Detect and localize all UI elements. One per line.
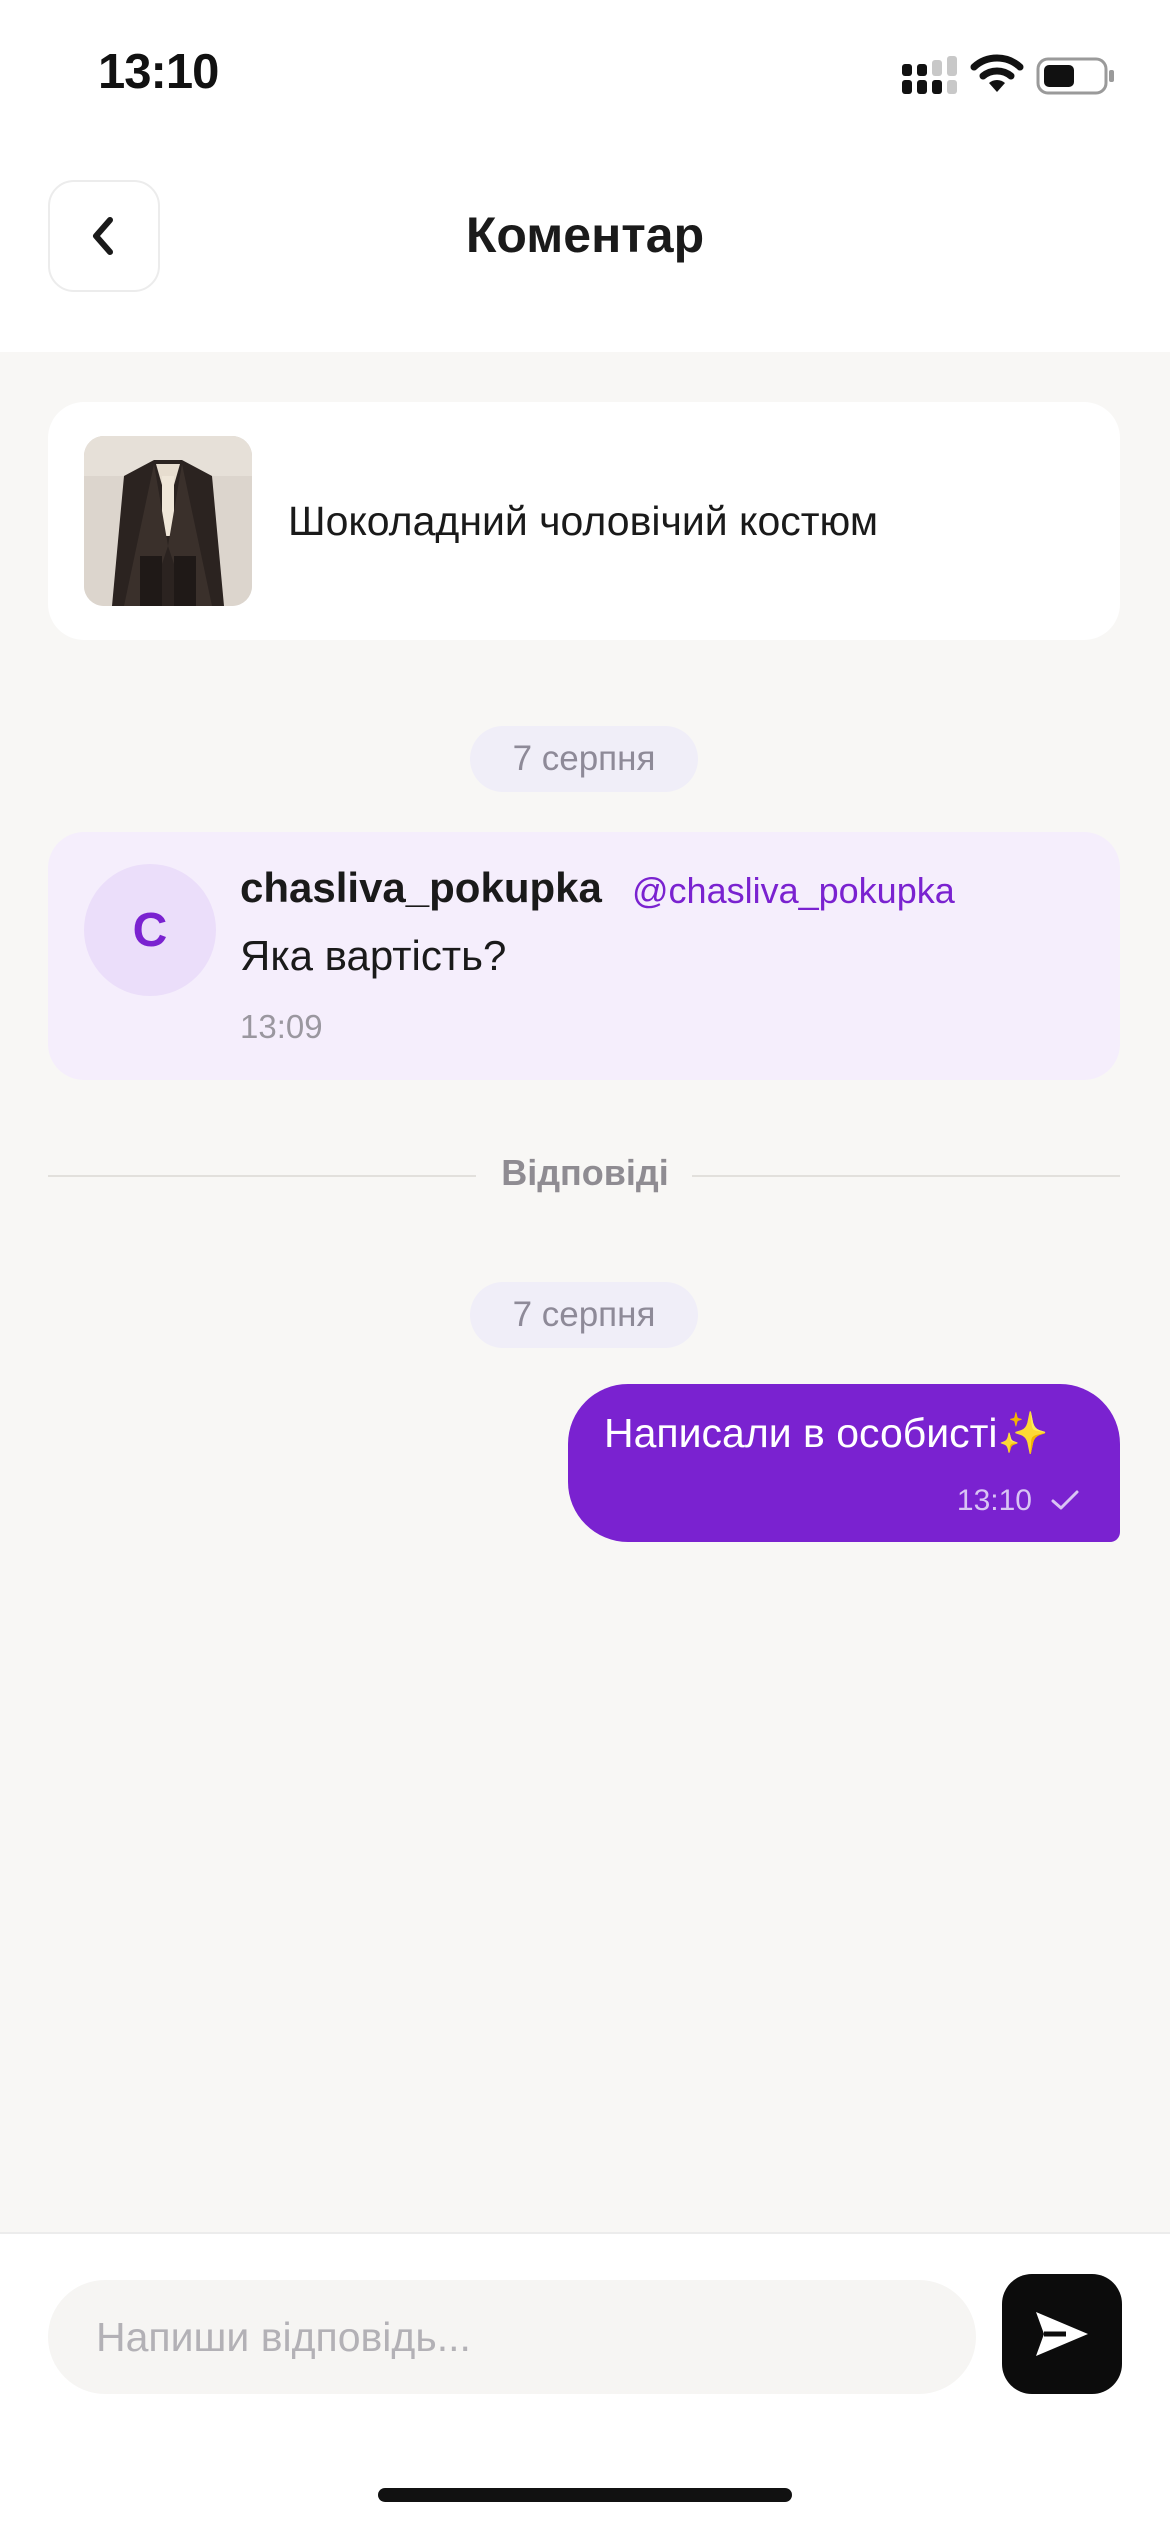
composer-bar [0, 2232, 1170, 2532]
top-area: 13:10 Коментар [0, 0, 1170, 352]
home-indicator [378, 2488, 792, 2502]
reply-input[interactable] [48, 2280, 976, 2394]
send-arrow-icon [1036, 2312, 1088, 2356]
avatar[interactable]: C [84, 864, 216, 996]
comment-handle[interactable]: @chasliva_pokupka [632, 870, 955, 912]
cellular-signal-icon [902, 56, 957, 94]
checkmark-icon [1051, 1490, 1079, 1510]
status-time: 13:10 [98, 45, 219, 99]
comment-text: Яка вартість? [240, 932, 507, 979]
product-thumbnail [84, 436, 252, 606]
product-title: Шоколадний чоловічий костюм [288, 497, 879, 544]
battery-icon [1036, 57, 1114, 95]
reply-bubble[interactable]: Написали в особисті✨ 13:10 [568, 1384, 1120, 1542]
page-title: Коментар [465, 207, 705, 263]
reply-text: Написали в особисті✨ [604, 1410, 1049, 1456]
send-button[interactable] [1002, 2274, 1122, 2394]
reply-time: 13:10 [956, 1484, 1032, 1517]
comment-time: 13:09 [240, 1008, 323, 1045]
comment-thread-screen: 13:10 Коментар Шоколадний чоловічий кост… [0, 0, 1170, 2532]
comment-date-pill: 7 серпня [470, 726, 698, 792]
comment-card: C chasliva_pokupka @chasliva_pokupka Яка… [48, 832, 1120, 1080]
replies-divider-label: Відповіді [501, 1152, 669, 1193]
wifi-icon [970, 54, 1024, 92]
product-card[interactable]: Шоколадний чоловічий костюм [48, 402, 1120, 640]
reply-date-pill: 7 серпня [470, 1282, 698, 1348]
comment-username[interactable]: chasliva_pokupka [240, 864, 602, 912]
